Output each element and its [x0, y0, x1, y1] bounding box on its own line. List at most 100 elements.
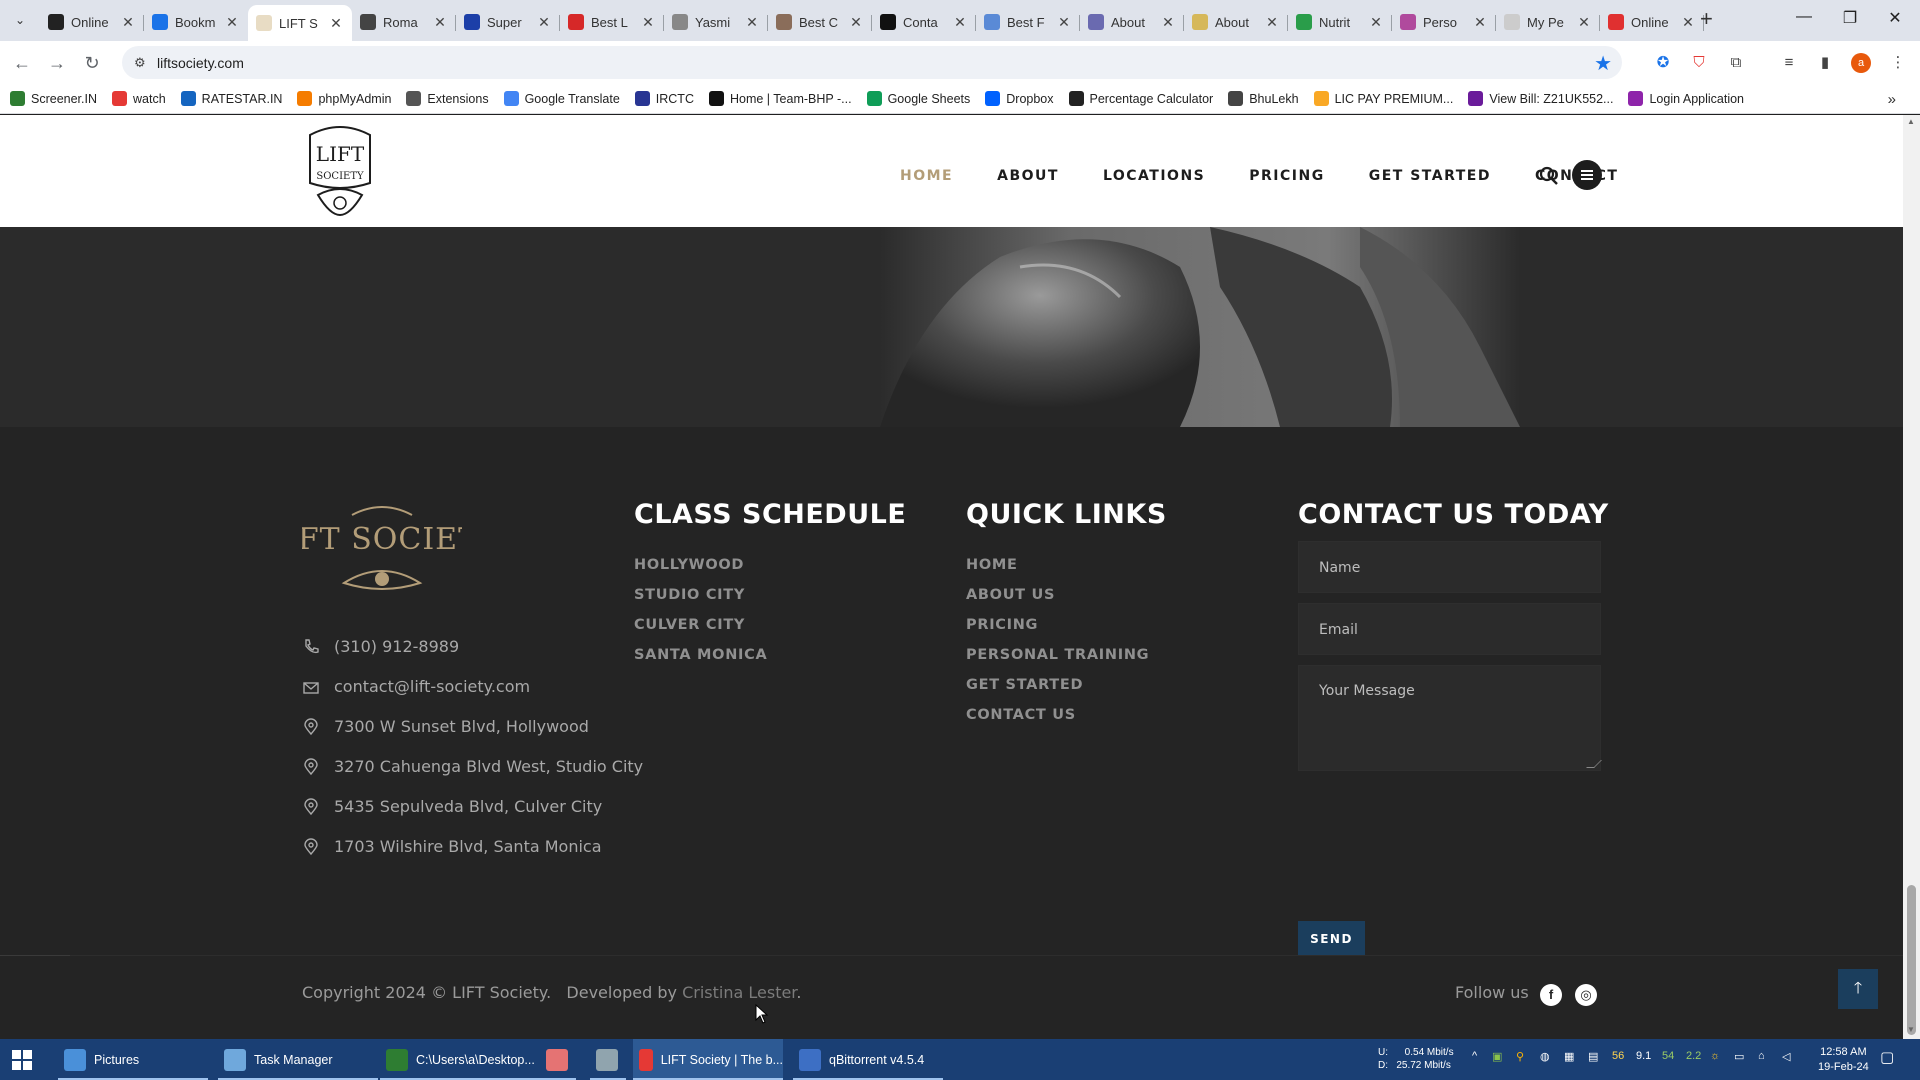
- quick-link[interactable]: CONTACT US: [966, 707, 1076, 723]
- bookmark-item[interactable]: Google Translate: [503, 91, 620, 106]
- tab-close-icon[interactable]: ✕: [120, 14, 136, 31]
- tab-search-button[interactable]: ⌄: [9, 9, 31, 31]
- hamburger-menu-icon[interactable]: [1572, 160, 1602, 190]
- browser-tab[interactable]: Super ✕: [456, 7, 560, 37]
- close-window-button[interactable]: ✕: [1880, 8, 1910, 28]
- site-info-icon[interactable]: ⚙: [134, 55, 146, 71]
- send-button[interactable]: SEND: [1298, 921, 1365, 958]
- lift-society-logo[interactable]: LIFT SOCIETY: [300, 123, 380, 219]
- bookmark-item[interactable]: Login Application: [1628, 91, 1744, 106]
- nav-about[interactable]: ABOUT: [997, 168, 1059, 184]
- bookmark-item[interactable]: Screener.IN: [10, 91, 97, 106]
- forward-button[interactable]: →: [45, 51, 69, 75]
- bookmark-item[interactable]: phpMyAdmin: [297, 91, 391, 106]
- quick-link[interactable]: ABOUT US: [966, 587, 1055, 603]
- tray-search-icon[interactable]: ⚲: [1516, 1050, 1524, 1063]
- reload-button[interactable]: ↻: [80, 51, 104, 75]
- browser-tab[interactable]: Conta ✕: [872, 7, 976, 37]
- tab-close-icon[interactable]: ✕: [744, 14, 760, 31]
- media-control-icon[interactable]: ≡: [1779, 53, 1799, 73]
- minimize-button[interactable]: —: [1789, 8, 1819, 26]
- tab-close-icon[interactable]: ✕: [640, 14, 656, 31]
- bookmark-item[interactable]: Percentage Calculator: [1068, 91, 1213, 106]
- schedule-link[interactable]: SANTA MONICA: [634, 647, 767, 663]
- scrollbar-thumb[interactable]: [1907, 885, 1916, 1035]
- tab-close-icon[interactable]: ✕: [848, 14, 864, 31]
- taskbar-app[interactable]: Pictures: [58, 1039, 208, 1080]
- browser-tab[interactable]: Perso ✕: [1392, 7, 1496, 37]
- contact-text[interactable]: (310) 912-8989: [334, 637, 459, 656]
- bookmark-item[interactable]: Google Sheets: [866, 91, 970, 106]
- system-clock[interactable]: 12:58 AM 19-Feb-24: [1818, 1045, 1869, 1075]
- schedule-link[interactable]: STUDIO CITY: [634, 587, 745, 603]
- quick-link[interactable]: HOME: [966, 557, 1018, 573]
- nav-home[interactable]: HOME: [900, 168, 953, 184]
- tray-overflow-icon[interactable]: ^: [1472, 1050, 1477, 1062]
- restore-button[interactable]: ❐: [1835, 8, 1865, 28]
- browser-tab[interactable]: Online ✕: [1600, 7, 1704, 37]
- windows-start-icon[interactable]: [12, 1050, 32, 1070]
- browser-tab[interactable]: Online ✕: [40, 7, 144, 37]
- back-button[interactable]: ←: [10, 51, 34, 75]
- bookmark-item[interactable]: IRCTC: [634, 91, 694, 106]
- taskbar-app[interactable]: qBittorrent v4.5.4: [793, 1039, 943, 1080]
- browser-tab[interactable]: About ✕: [1080, 7, 1184, 37]
- tab-close-icon[interactable]: ✕: [1576, 14, 1592, 31]
- taskbar-app[interactable]: [540, 1039, 576, 1080]
- contact-item[interactable]: (310) 912-8989: [302, 637, 459, 656]
- taskbar-app[interactable]: C:\Users\a\Desktop...: [380, 1039, 540, 1080]
- tab-close-icon[interactable]: ✕: [536, 14, 552, 31]
- side-panel-icon[interactable]: ▮: [1815, 53, 1835, 73]
- shield-extension-icon[interactable]: ⛉: [1689, 53, 1709, 73]
- browser-tab[interactable]: Best L ✕: [560, 7, 664, 37]
- tab-close-icon[interactable]: ✕: [1472, 14, 1488, 31]
- extension-icon[interactable]: ✪: [1653, 53, 1673, 73]
- tray-keyboard-icon[interactable]: ▦: [1564, 1050, 1574, 1063]
- battery-icon[interactable]: ▭: [1734, 1050, 1744, 1063]
- browser-tab[interactable]: LIFT S ✕: [248, 5, 352, 41]
- page-scrollbar[interactable]: ▲ ▼: [1903, 115, 1920, 1039]
- bookmark-item[interactable]: Extensions: [406, 91, 489, 106]
- tab-close-icon[interactable]: ✕: [328, 15, 344, 32]
- tray-weather-icon[interactable]: ☼: [1710, 1050, 1720, 1062]
- scroll-down-arrow-icon[interactable]: ▼: [1907, 1025, 1915, 1034]
- tab-close-icon[interactable]: ✕: [432, 14, 448, 31]
- scroll-up-arrow-icon[interactable]: ▲: [1907, 117, 1915, 126]
- tab-close-icon[interactable]: ✕: [1056, 14, 1072, 31]
- name-input[interactable]: Name: [1298, 541, 1601, 593]
- textarea-resize-handle[interactable]: [1586, 760, 1602, 768]
- browser-tab[interactable]: About ✕: [1184, 7, 1288, 37]
- email-input[interactable]: Email: [1298, 603, 1601, 655]
- taskbar-app[interactable]: LIFT Society | The b...: [633, 1039, 783, 1080]
- quick-link[interactable]: PRICING: [966, 617, 1038, 633]
- bookmark-item[interactable]: Dropbox: [985, 91, 1054, 106]
- contact-item[interactable]: contact@lift-society.com: [302, 677, 530, 696]
- taskbar-app[interactable]: Task Manager: [218, 1039, 378, 1080]
- browser-menu-icon[interactable]: ⋮: [1888, 53, 1908, 73]
- new-tab-button[interactable]: +: [1700, 8, 1713, 30]
- address-bar[interactable]: ⚙ liftsociety.com ★: [122, 46, 1622, 79]
- taskbar-app[interactable]: [590, 1039, 626, 1080]
- more-bookmarks-icon[interactable]: »: [1888, 91, 1896, 108]
- nav-get-started[interactable]: GET STARTED: [1369, 168, 1491, 184]
- notifications-icon[interactable]: ▢: [1880, 1048, 1894, 1066]
- tab-close-icon[interactable]: ✕: [1680, 14, 1696, 31]
- facebook-icon[interactable]: f: [1540, 984, 1562, 1006]
- url-text[interactable]: liftsociety.com: [157, 55, 244, 71]
- browser-tab[interactable]: Nutrit ✕: [1288, 7, 1392, 37]
- back-to-top-button[interactable]: 🡑: [1838, 969, 1878, 1009]
- schedule-link[interactable]: HOLLYWOOD: [634, 557, 744, 573]
- browser-tab[interactable]: Yasmi ✕: [664, 7, 768, 37]
- bookmark-item[interactable]: View Bill: Z21UK552...: [1468, 91, 1613, 106]
- tray-display-icon[interactable]: ▤: [1588, 1050, 1598, 1063]
- browser-tab[interactable]: Best C ✕: [768, 7, 872, 37]
- tab-close-icon[interactable]: ✕: [952, 14, 968, 31]
- profile-avatar[interactable]: a: [1851, 53, 1871, 73]
- browser-tab[interactable]: Roma ✕: [352, 7, 456, 37]
- schedule-link[interactable]: CULVER CITY: [634, 617, 745, 633]
- tray-globe-icon[interactable]: ◍: [1540, 1050, 1550, 1063]
- quick-link[interactable]: GET STARTED: [966, 677, 1083, 693]
- browser-tab[interactable]: My Pe ✕: [1496, 7, 1600, 37]
- instagram-icon[interactable]: ◎: [1575, 984, 1597, 1006]
- developer-link[interactable]: Cristina Lester: [682, 983, 796, 1002]
